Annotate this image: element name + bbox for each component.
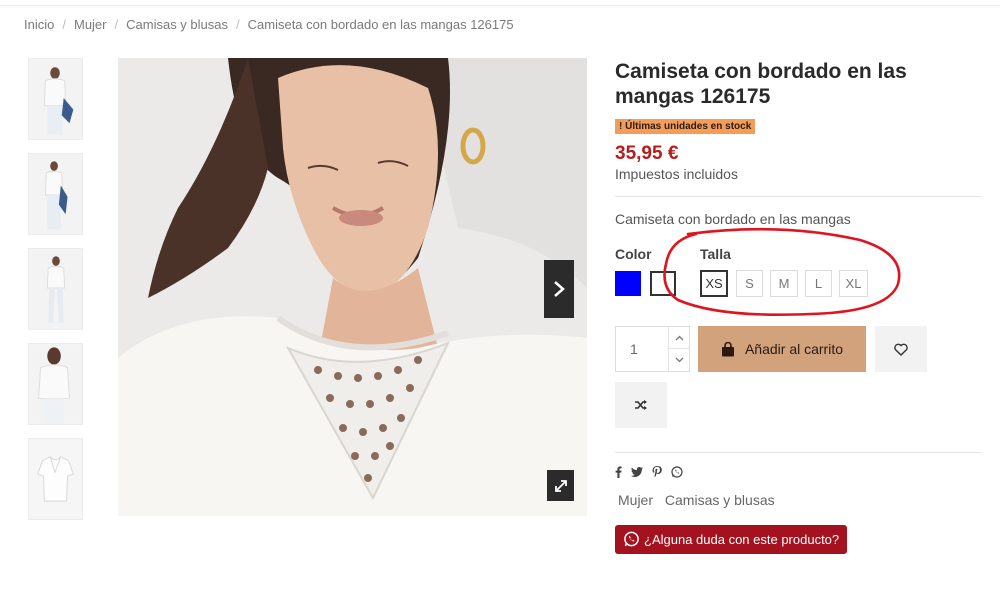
divider bbox=[615, 452, 982, 453]
twitter-icon[interactable] bbox=[631, 467, 643, 477]
size-label: Talla bbox=[700, 246, 731, 262]
short-description: Camiseta con bordado en las mangas bbox=[615, 211, 851, 227]
stock-badge: ! Últimas unidades en stock bbox=[615, 119, 756, 134]
breadcrumb-camisas-y-blusas[interactable]: Camisas y blusas bbox=[126, 17, 228, 32]
product-thumbnail[interactable] bbox=[28, 248, 83, 330]
product-thumbnail[interactable] bbox=[28, 343, 83, 425]
size-option-s[interactable]: S bbox=[736, 270, 763, 297]
shopping-bag-icon bbox=[721, 341, 735, 357]
breadcrumb: Inicio / Mujer / Camisas y blusas / Cami… bbox=[24, 17, 514, 32]
quantity-value[interactable]: 1 bbox=[630, 341, 638, 357]
main-product-image[interactable] bbox=[118, 58, 587, 516]
quantity-stepper[interactable]: 1 bbox=[615, 326, 690, 372]
product-thumbnail[interactable] bbox=[28, 153, 83, 235]
wishlist-button[interactable] bbox=[875, 326, 927, 372]
breadcrumb-separator: / bbox=[62, 17, 66, 32]
tax-note: Impuestos incluidos bbox=[615, 166, 738, 182]
size-option-xs[interactable]: XS bbox=[700, 270, 728, 297]
size-option-xl[interactable]: XL bbox=[839, 270, 868, 297]
expand-icon bbox=[554, 479, 567, 492]
thumbnail-list bbox=[28, 58, 83, 533]
header-bar bbox=[0, 0, 1000, 6]
social-share bbox=[615, 466, 683, 478]
product-title: Camiseta con bordado en las mangas 12617… bbox=[615, 60, 907, 108]
whatsapp-share-icon[interactable] bbox=[671, 466, 683, 478]
product-price: 35,95 € bbox=[615, 143, 679, 164]
breadcrumb-separator: / bbox=[236, 17, 240, 32]
add-to-cart-button[interactable]: Añadir al carrito bbox=[698, 326, 866, 372]
shuffle-icon bbox=[635, 400, 647, 410]
next-image-button[interactable] bbox=[544, 260, 574, 318]
color-swatch-white[interactable] bbox=[650, 271, 676, 296]
product-tags: Mujer Camisas y blusas bbox=[618, 492, 783, 508]
size-option-l[interactable]: L bbox=[805, 270, 832, 297]
breadcrumb-separator: / bbox=[114, 17, 119, 32]
color-swatch-blue[interactable] bbox=[615, 271, 641, 296]
chevron-right-icon bbox=[554, 281, 565, 297]
whatsapp-question-label: ¿Alguna duda con este producto? bbox=[644, 532, 840, 547]
pinterest-icon[interactable] bbox=[652, 466, 662, 478]
color-label: Color bbox=[615, 246, 652, 262]
chevron-up-icon bbox=[675, 335, 684, 340]
product-thumbnail[interactable] bbox=[28, 438, 83, 520]
size-option-m[interactable]: M bbox=[770, 270, 798, 297]
heart-icon bbox=[894, 343, 908, 356]
breadcrumb-current: Camiseta con bordado en las mangas 12617… bbox=[247, 17, 514, 32]
expand-image-button[interactable] bbox=[547, 470, 574, 501]
product-thumbnail[interactable] bbox=[28, 58, 83, 140]
facebook-icon[interactable] bbox=[615, 466, 622, 478]
whatsapp-icon bbox=[623, 531, 640, 548]
breadcrumb-inicio[interactable]: Inicio bbox=[24, 17, 54, 32]
add-to-cart-label: Añadir al carrito bbox=[744, 341, 844, 357]
compare-button[interactable] bbox=[615, 382, 667, 428]
quantity-decrease-button[interactable] bbox=[669, 349, 690, 371]
tag-link[interactable]: Camisas y blusas bbox=[665, 492, 775, 508]
breadcrumb-mujer[interactable]: Mujer bbox=[74, 17, 107, 32]
quantity-increase-button[interactable] bbox=[669, 327, 690, 349]
tag-link[interactable]: Mujer bbox=[618, 492, 653, 508]
divider bbox=[615, 196, 982, 197]
chevron-down-icon bbox=[675, 357, 684, 363]
whatsapp-question-button[interactable]: ¿Alguna duda con este producto? bbox=[615, 525, 848, 554]
